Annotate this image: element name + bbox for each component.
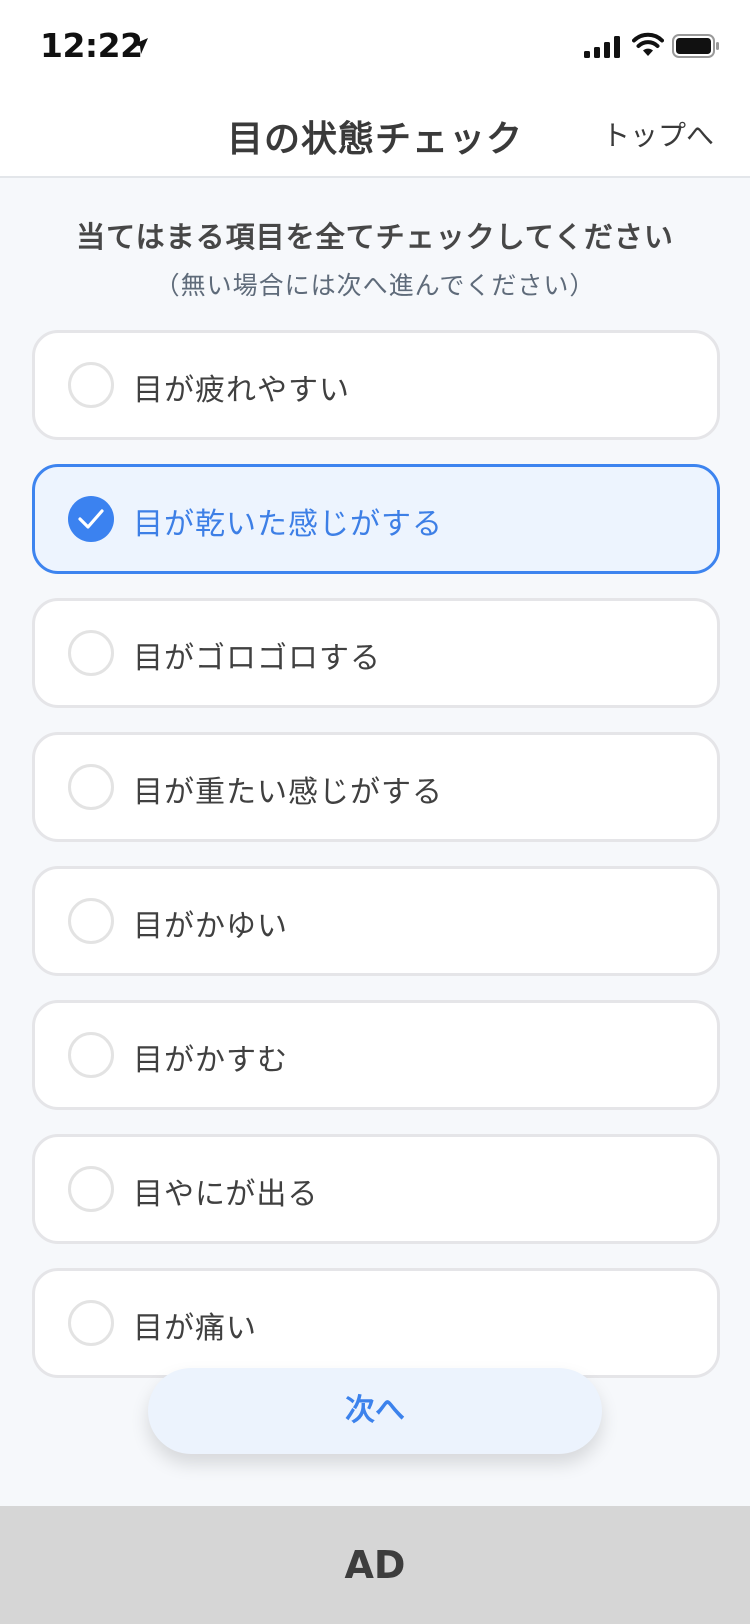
check-icon	[78, 509, 104, 529]
nav-bar: 目の状態チェック トップへ	[0, 92, 750, 178]
location-arrow-icon	[132, 38, 148, 54]
sub-instruction-text: （無い場合には次へ進んでください）	[154, 271, 596, 300]
option-label: 目が疲れやすい	[133, 373, 350, 408]
option-label: 目が乾いた感じがする	[133, 507, 443, 542]
ad-banner[interactable]: AD	[0, 1506, 750, 1624]
radio-icon[interactable]	[68, 764, 114, 810]
option-label: 目がかゆい	[133, 909, 288, 944]
radio-icon[interactable]	[68, 630, 114, 676]
cellular-signal-icon	[584, 36, 620, 58]
radio-icon[interactable]	[68, 362, 114, 408]
option-item[interactable]: 目が乾いた感じがする	[32, 464, 720, 574]
option-label: 目やにが出る	[133, 1177, 319, 1212]
option-label: 目が重たい感じがする	[133, 775, 443, 810]
radio-icon[interactable]	[68, 1300, 114, 1346]
radio-icon[interactable]	[68, 898, 114, 944]
option-label: 目がゴロゴロする	[133, 641, 381, 676]
option-label: 目がかすむ	[133, 1043, 288, 1078]
option-item[interactable]: 目がゴロゴロする	[32, 598, 720, 708]
wifi-icon	[632, 32, 664, 56]
instruction-text: 当てはまる項目を全てチェックしてください	[76, 220, 674, 254]
radio-icon[interactable]	[68, 1166, 114, 1212]
option-item[interactable]: 目やにが出る	[32, 1134, 720, 1244]
option-item[interactable]: 目がかゆい	[32, 866, 720, 976]
radio-icon[interactable]	[68, 496, 114, 542]
radio-icon[interactable]	[68, 1032, 114, 1078]
top-link[interactable]: トップへ	[602, 114, 714, 154]
option-item[interactable]: 目がかすむ	[32, 1000, 720, 1110]
option-list: 目が疲れやすい 目が乾いた感じがする 目がゴロゴロする 目が重たい感じがする 目…	[32, 330, 720, 1402]
option-label: 目が痛い	[133, 1311, 257, 1346]
status-bar: 12:22	[0, 0, 750, 92]
option-item[interactable]: 目が重たい感じがする	[32, 732, 720, 842]
option-item[interactable]: 目が疲れやすい	[32, 330, 720, 440]
next-button[interactable]: 次へ	[148, 1368, 602, 1454]
battery-icon	[672, 34, 719, 58]
option-item[interactable]: 目が痛い	[32, 1268, 720, 1378]
status-time: 12:22	[40, 26, 143, 65]
